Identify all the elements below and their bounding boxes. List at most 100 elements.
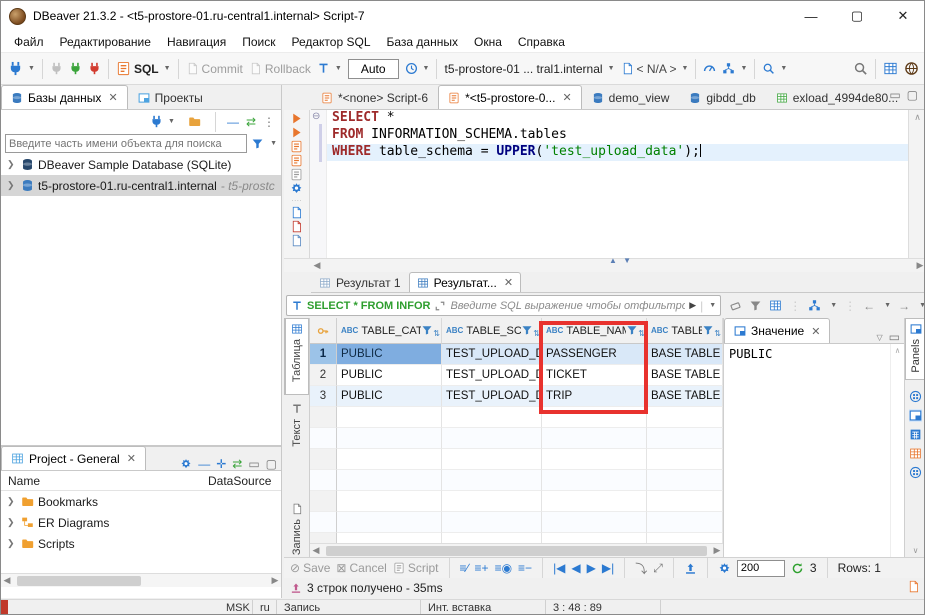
close-icon[interactable]: ✕ [108, 91, 117, 104]
refresh-icon[interactable] [791, 562, 804, 575]
results-tab-1[interactable]: Результат...✕ [409, 272, 521, 292]
grid-column-header-1[interactable]: ABCTABLE_SCHE⇅ [442, 318, 542, 344]
chevron-right-icon[interactable]: ❯ [7, 496, 17, 507]
db-tab-1[interactable]: Проекты [128, 85, 213, 109]
editor-hscrollbar[interactable]: ◀ ▶ [284, 258, 925, 272]
project-tree-item-2[interactable]: ❯Scripts [1, 533, 281, 554]
maximize-editor-button[interactable]: ▢ [907, 89, 918, 101]
grid-column-header-2[interactable]: ABCTABLE_NAME⇅ [542, 318, 647, 344]
grouping-panel-icon[interactable] [909, 466, 922, 479]
close-button[interactable]: ✕ [880, 1, 925, 31]
statusbar-locale[interactable]: ru [253, 600, 277, 615]
grid-empty-row[interactable] [310, 491, 723, 512]
grid-row-2[interactable]: 2PUBLICTEST_UPLOAD_DATTICKETBASE TABLE [310, 365, 723, 386]
grid-cell-r1c2[interactable]: TEST_UPLOAD_DAT [442, 344, 542, 365]
collapse-all-button[interactable]: — [227, 116, 239, 128]
editor-tab-0[interactable]: *<none> Script-6 [311, 85, 438, 109]
link-editor-button[interactable]: ⇄ [246, 116, 256, 128]
scroll-right-icon[interactable]: ▶ [914, 260, 925, 271]
chevron-right-icon[interactable]: ❯ [7, 180, 17, 191]
execute-statement-icon[interactable] [290, 112, 303, 125]
nav-forward-icon[interactable]: → [898, 299, 910, 313]
db-tree-item-1[interactable]: ❯t5-prostore-01.ru-central1.internal - t… [1, 175, 281, 196]
grid-row-1[interactable]: 1PUBLICTEST_UPLOAD_DATPASSENGERBASE TABL… [310, 344, 723, 365]
scrollbar-thumb[interactable] [17, 576, 141, 586]
export-result-icon[interactable] [290, 206, 303, 219]
side-tab-таблица[interactable]: Таблица [284, 318, 309, 395]
last-row-icon[interactable]: ▶| [602, 561, 614, 575]
menu-item-2[interactable]: Навигация [159, 33, 234, 51]
add-row-icon[interactable]: ≡+ [475, 561, 489, 575]
sql-editor-button[interactable]: SQL▼ [113, 57, 174, 81]
execute-script-new-tab-icon[interactable] [290, 154, 303, 167]
grid-cell-r2c3[interactable]: TICKET [542, 365, 647, 386]
tab-panels[interactable]: Panels [905, 318, 925, 380]
metadata-panel-icon[interactable] [909, 447, 922, 460]
output-console-icon[interactable] [290, 234, 303, 247]
scroll-right-icon[interactable]: ▶ [269, 575, 281, 586]
grid-cell-r1c3[interactable]: PASSENGER [542, 344, 647, 365]
grid-cell-r2c4[interactable]: BASE TABLE [647, 365, 723, 386]
column-filter-sort-icons[interactable]: ⇅ [626, 324, 644, 338]
next-row-icon[interactable]: ▶ [587, 561, 596, 575]
scroll-left-icon[interactable]: ◀ [311, 260, 323, 271]
minimize-panel-button[interactable]: ▭ [248, 458, 259, 470]
column-filter-sort-icons[interactable]: ⇅ [702, 324, 720, 338]
collapse-all-button[interactable]: — [198, 458, 210, 470]
gear-icon[interactable] [180, 458, 192, 470]
new-connection-button[interactable]: ▼ [5, 57, 38, 81]
grid-cell-r3c2[interactable]: TEST_UPLOAD_DAT [442, 386, 542, 407]
quick-search-button[interactable] [850, 57, 871, 81]
minimize-panel-button[interactable]: ▭ [889, 331, 900, 343]
scrollbar-thumb[interactable] [326, 546, 707, 556]
grid-column-header-3[interactable]: ABCTABLE_TY⇅ [647, 318, 723, 344]
connect-button[interactable] [47, 57, 66, 81]
menu-item-6[interactable]: Окна [466, 33, 510, 51]
script-button[interactable]: Script [393, 561, 439, 575]
code-line-1[interactable]: FROM INFORMATION_SCHEMA.tables [327, 127, 908, 144]
menu-item-3[interactable]: Поиск [234, 33, 283, 51]
clipboard-icon[interactable] [907, 580, 920, 593]
search-dropdown-button[interactable]: ▼ [759, 57, 790, 81]
execute-new-tab-icon[interactable] [290, 126, 303, 139]
project-tree-item-0[interactable]: ❯Bookmarks [1, 491, 281, 512]
statusbar-input-mode[interactable]: Инт. вставка [421, 600, 546, 615]
column-filter-sort-icons[interactable]: ⇅ [421, 324, 439, 338]
scroll-down-icon[interactable]: ∨ [913, 546, 919, 557]
grid-empty-row[interactable] [310, 428, 723, 449]
editor-tab-1[interactable]: *<t5-prostore-0...✕ [438, 85, 582, 109]
results-grid[interactable]: ABCTABLE_CATA⇅ABCTABLE_SCHE⇅ABCTABLE_NAM… [310, 318, 723, 557]
side-tab-текст[interactable]: Текст [284, 399, 309, 455]
grid-empty-row[interactable] [310, 512, 723, 533]
grid-cell-r1c4[interactable]: BASE TABLE [647, 344, 723, 365]
tab-value[interactable]: Значение✕ [724, 318, 830, 343]
scroll-right-icon[interactable]: ▶ [711, 545, 723, 556]
chevron-down-icon[interactable]: ▼ [884, 302, 891, 309]
side-tab-запись[interactable]: Запись [284, 499, 309, 555]
editor-tab-2[interactable]: demo_view [582, 85, 680, 109]
menu-item-1[interactable]: Редактирование [52, 33, 159, 51]
sort-icon[interactable]: ⇅ [714, 329, 720, 338]
cancel-button[interactable]: ⊠Cancel [336, 561, 386, 575]
expand-filter-icon[interactable] [434, 300, 446, 312]
sql-code[interactable]: SELECT *FROM INFORMATION_SCHEMA.tablesWH… [327, 110, 908, 161]
execute-script-icon[interactable] [290, 140, 303, 153]
db-tab-0[interactable]: Базы данных✕ [1, 85, 128, 109]
chevron-right-icon[interactable]: ❯ [7, 538, 17, 549]
export-icon[interactable] [684, 562, 697, 575]
new-folder-button[interactable] [185, 110, 204, 134]
close-icon[interactable]: ✕ [811, 325, 820, 338]
project-tree-item-1[interactable]: ❯ER Diagrams [1, 512, 281, 533]
filter-history-icon[interactable]: ▼ [709, 302, 716, 309]
explain-plan-icon[interactable] [290, 168, 303, 181]
editor-settings-gear-icon[interactable] [290, 182, 303, 195]
close-icon[interactable]: ✕ [504, 276, 513, 289]
grid-hscrollbar[interactable]: ◀ ▶ [310, 543, 723, 557]
copy-row-icon[interactable]: ≡◉ [495, 561, 512, 575]
settings-gear-icon[interactable] [718, 562, 731, 575]
tab-project-general[interactable]: Project - General✕ [1, 446, 146, 470]
chevron-down-icon[interactable]: ▼ [830, 302, 837, 309]
schema-selector[interactable]: < N/A >▼ [618, 57, 692, 81]
grid-cell-r2c1[interactable]: PUBLIC [337, 365, 442, 386]
grid-cell-r2c2[interactable]: TEST_UPLOAD_DAT [442, 365, 542, 386]
